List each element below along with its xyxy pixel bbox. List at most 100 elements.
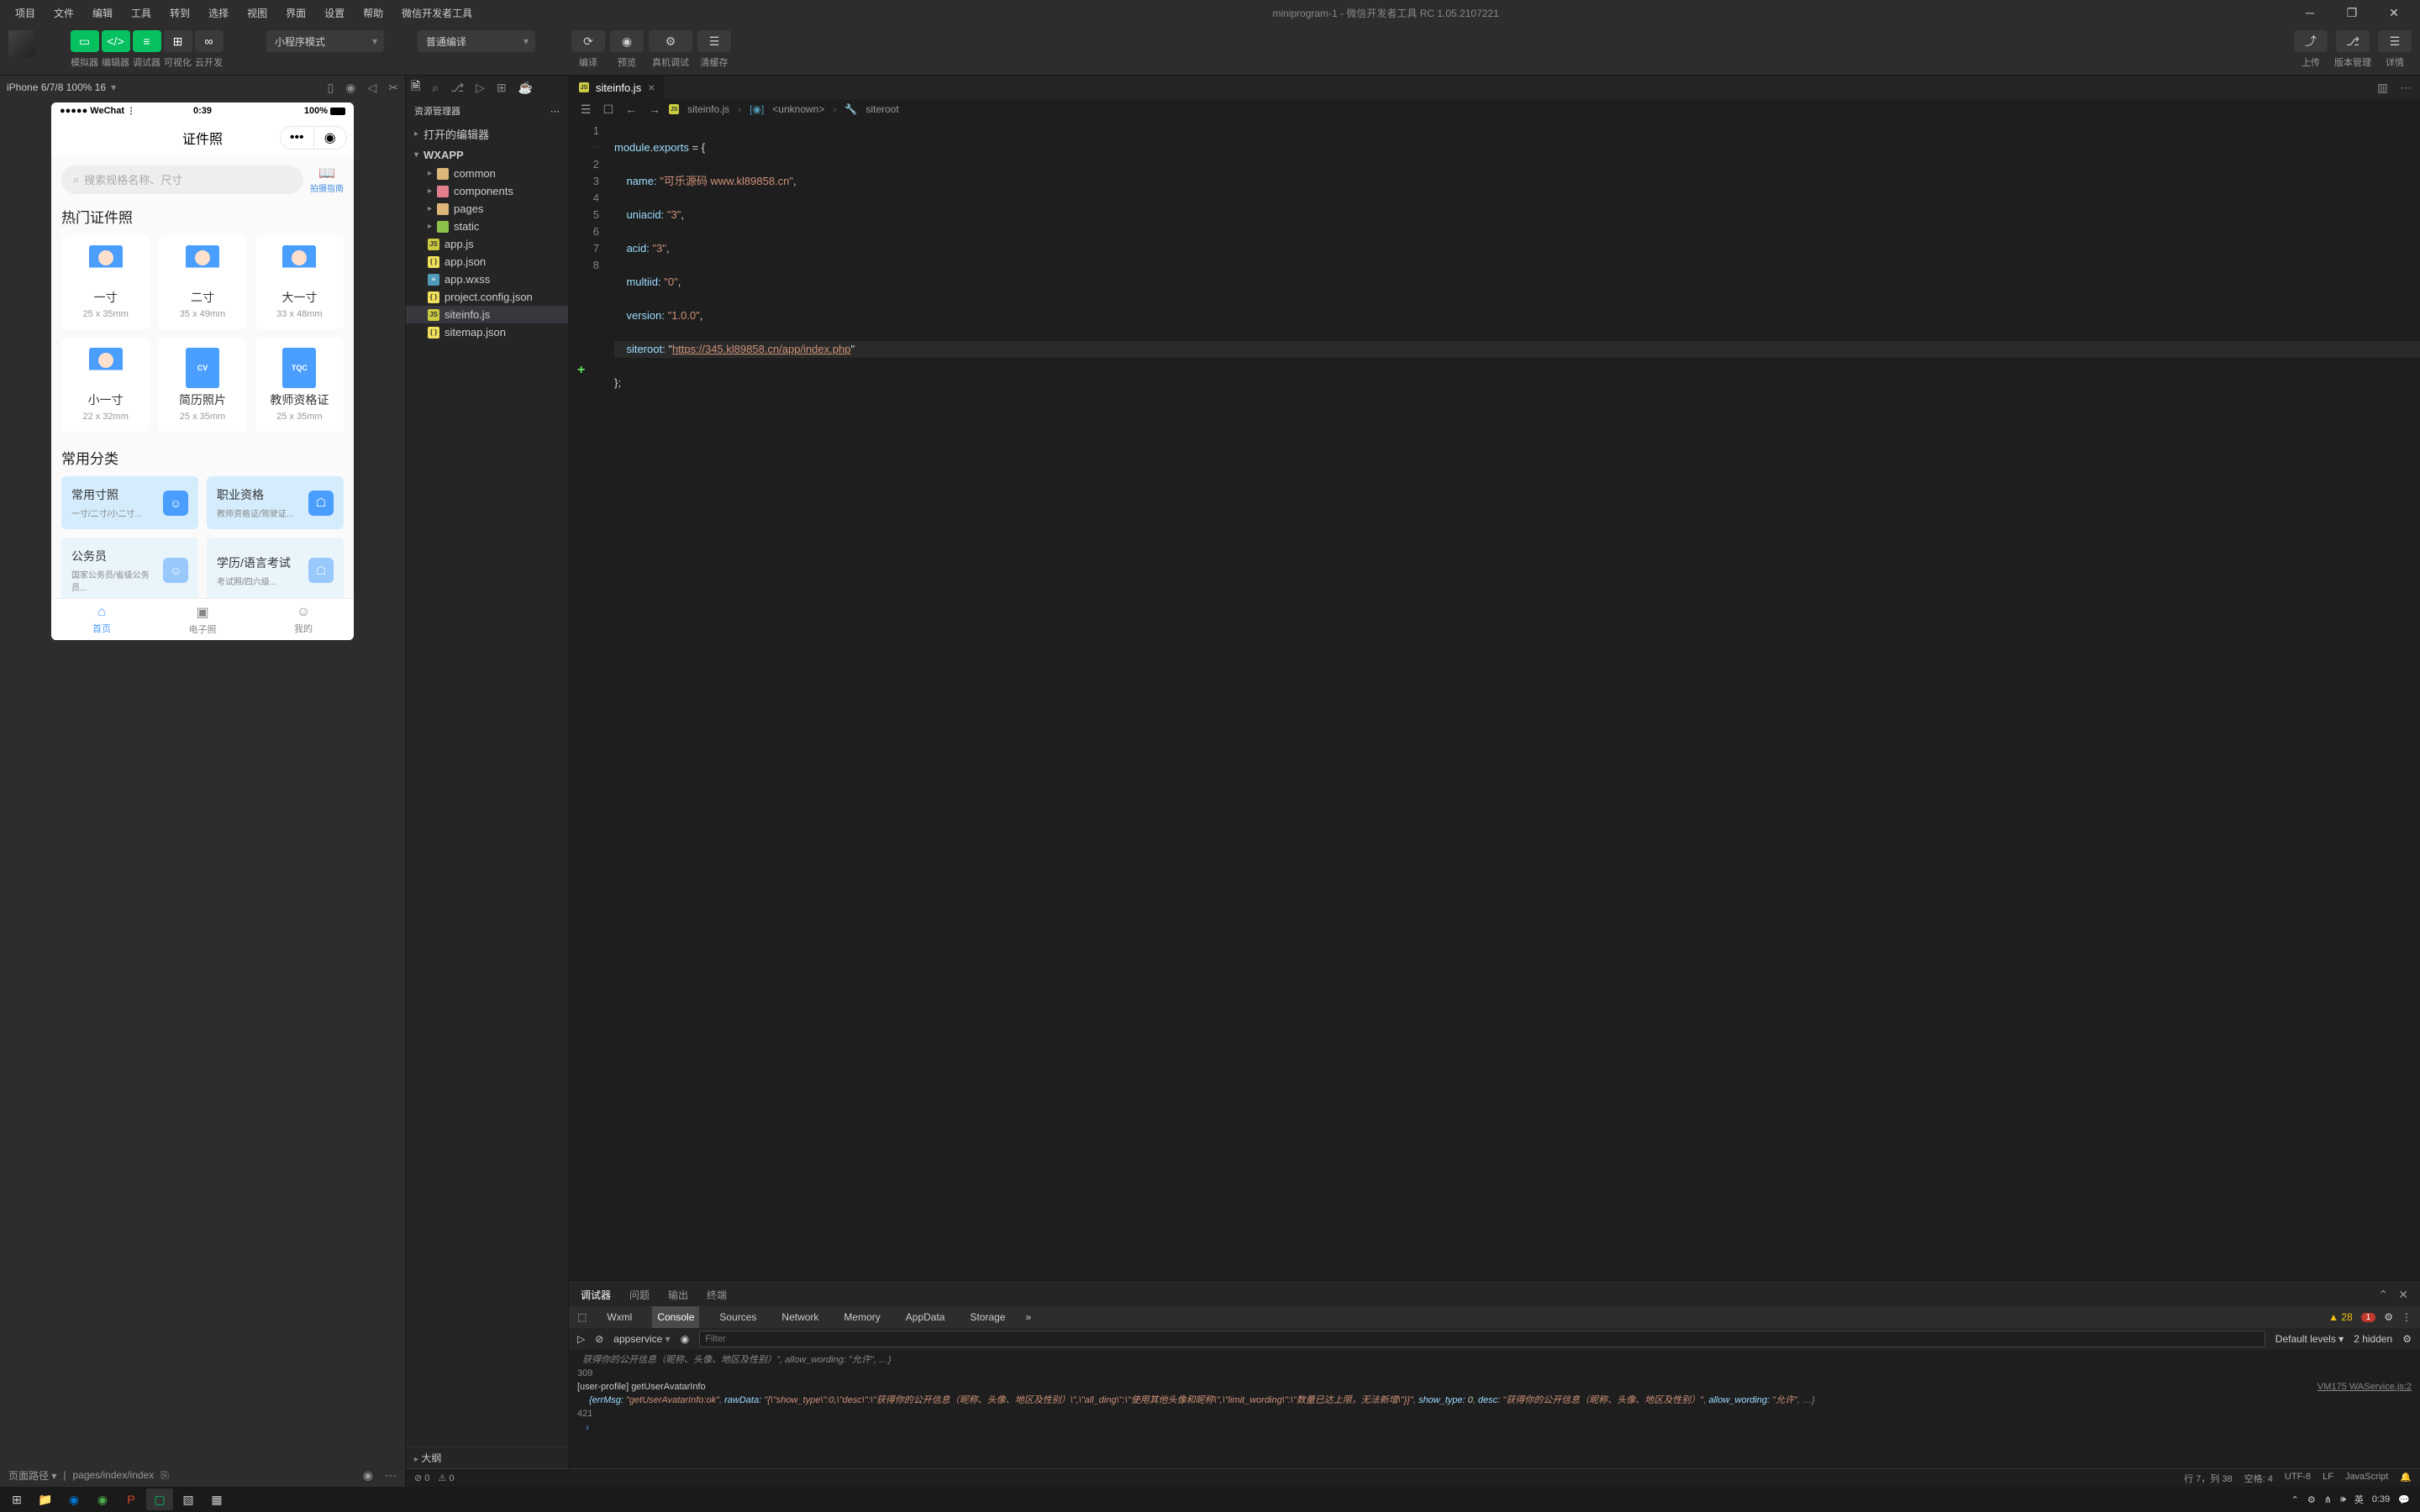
- capsule-menu-icon[interactable]: •••: [281, 127, 314, 149]
- crumb-file[interactable]: siteinfo.js: [687, 103, 729, 115]
- outline-section[interactable]: ▸ 大纲: [406, 1446, 568, 1468]
- device-icon[interactable]: ▯: [328, 81, 334, 95]
- category-exam[interactable]: 学历/语言考试考试照/四六级...☖: [207, 538, 344, 598]
- menu-select[interactable]: 选择: [200, 3, 237, 24]
- dt-wxml[interactable]: Wxml: [602, 1306, 637, 1328]
- tray-volume-icon[interactable]: 🕪: [2340, 1494, 2346, 1505]
- editor-button[interactable]: </>: [102, 30, 130, 52]
- menu-view[interactable]: 视图: [239, 3, 276, 24]
- menu-help[interactable]: 帮助: [355, 3, 392, 24]
- dt-more-icon[interactable]: »: [1026, 1311, 1032, 1323]
- dt-network[interactable]: Network: [776, 1306, 823, 1328]
- tab-problems[interactable]: 问题: [629, 1288, 650, 1302]
- dt-menu-icon[interactable]: ⋮: [2402, 1311, 2412, 1323]
- split-editor-icon[interactable]: ▥: [2377, 81, 2388, 95]
- eye-icon[interactable]: ◉: [363, 1468, 373, 1483]
- file-app-wxss[interactable]: ≡app.wxss: [406, 270, 568, 288]
- visual-button[interactable]: ⊞: [164, 30, 192, 52]
- tab-siteinfo[interactable]: JS siteinfo.js ×: [569, 76, 665, 99]
- bookmark-icon[interactable]: ☐: [603, 102, 614, 117]
- tray-up-icon[interactable]: ⌃: [2291, 1494, 2299, 1505]
- problems-errors[interactable]: ⊘ 0: [414, 1473, 429, 1483]
- folder-components[interactable]: ▸components: [406, 182, 568, 200]
- debugger-button[interactable]: ≡: [133, 30, 161, 52]
- tab-mine[interactable]: ☺我的: [253, 599, 354, 640]
- tray-time[interactable]: 0:39: [2372, 1494, 2390, 1504]
- category-civil[interactable]: 公务员国家公务员/省级公务员...☺: [61, 538, 198, 598]
- capsule-close-icon[interactable]: ◉: [314, 127, 347, 149]
- lang-mode[interactable]: JavaScript: [2345, 1472, 2388, 1485]
- inspect-icon[interactable]: ⬚: [577, 1311, 587, 1323]
- console-hidden[interactable]: 2 hidden: [2354, 1333, 2392, 1345]
- photo-card-teacher[interactable]: TQC教师资格证25 x 35mm: [255, 338, 344, 432]
- compile-button[interactable]: ⟳: [571, 30, 605, 52]
- tab-terminal[interactable]: 终端: [707, 1288, 727, 1302]
- photo-card-2inch[interactable]: 二寸35 x 49mm: [158, 235, 246, 329]
- detail-button[interactable]: ☰: [2378, 30, 2412, 52]
- cursor-pos[interactable]: 行 7，列 38: [2184, 1472, 2232, 1485]
- bell-icon[interactable]: 🔔: [2400, 1472, 2412, 1485]
- nav-back-icon[interactable]: ←: [625, 102, 637, 117]
- git-icon[interactable]: ⎇: [450, 81, 464, 95]
- dt-memory[interactable]: Memory: [839, 1306, 885, 1328]
- dt-appdata[interactable]: AppData: [901, 1306, 950, 1328]
- category-common[interactable]: 常用寸照一寸/二寸/小二寸...☺: [61, 476, 198, 529]
- photo-card-1inch[interactable]: 一寸25 x 35mm: [61, 235, 150, 329]
- panel-close-icon[interactable]: ✕: [2398, 1288, 2408, 1302]
- shoot-guide-button[interactable]: 📖 拍摄指南: [310, 165, 344, 194]
- task-ppt[interactable]: P: [118, 1488, 145, 1510]
- file-project-config[interactable]: { }project.config.json: [406, 288, 568, 306]
- menu-goto[interactable]: 转到: [161, 3, 198, 24]
- console-output[interactable]: 获得你的公开信息（昵称、头像、地区及性别）", allow_wording: "…: [569, 1350, 2420, 1468]
- task-edge[interactable]: ◉: [60, 1488, 87, 1510]
- menu-tools[interactable]: 工具: [123, 3, 160, 24]
- panel-up-icon[interactable]: ⌃: [2379, 1288, 2389, 1302]
- log-source-link[interactable]: VM175 WAService.js:2: [2317, 1380, 2412, 1394]
- add-line-icon[interactable]: +: [577, 363, 585, 378]
- file-app-json[interactable]: { }app.json: [406, 253, 568, 270]
- warning-badge[interactable]: ▲ 28: [2328, 1311, 2353, 1323]
- cloud-dev-button[interactable]: ∞: [195, 30, 224, 52]
- maximize-button[interactable]: ❐: [2333, 0, 2371, 25]
- more-icon[interactable]: ⋯: [385, 1468, 397, 1483]
- task-app2[interactable]: ▦: [203, 1488, 230, 1510]
- copy-icon[interactable]: ⎘: [160, 1469, 169, 1482]
- crumb-siteroot[interactable]: siteroot: [865, 103, 898, 115]
- remote-debug-button[interactable]: ⚙: [649, 30, 692, 52]
- tab-debugger[interactable]: 调试器: [581, 1288, 611, 1302]
- ext-icon[interactable]: ⊞: [497, 81, 507, 95]
- photo-card-resume[interactable]: CV简历照片25 x 35mm: [158, 338, 246, 432]
- cut-icon[interactable]: ✂: [388, 81, 398, 95]
- dt-console[interactable]: Console: [652, 1306, 699, 1328]
- task-devtools[interactable]: ▢: [146, 1488, 173, 1510]
- search-panel-icon[interactable]: ⌕: [432, 81, 439, 95]
- error-badge[interactable]: 1: [2361, 1313, 2376, 1322]
- photo-card-small1inch[interactable]: 小一寸22 x 32mm: [61, 338, 150, 432]
- mode-select[interactable]: 小程序模式: [266, 30, 384, 52]
- console-eye-icon[interactable]: ◉: [681, 1333, 689, 1345]
- menu-edit[interactable]: 编辑: [84, 3, 121, 24]
- list-icon[interactable]: ☰: [581, 102, 592, 117]
- category-profession[interactable]: 职业资格教师资格证/驾驶证...☖: [207, 476, 344, 529]
- menu-file[interactable]: 文件: [45, 3, 82, 24]
- tab-home[interactable]: ⌂首页: [51, 599, 152, 640]
- record-icon[interactable]: ◉: [345, 81, 355, 95]
- eol[interactable]: LF: [2323, 1472, 2333, 1485]
- tray-notif-icon[interactable]: 💬: [2398, 1494, 2410, 1505]
- menu-interface[interactable]: 界面: [277, 3, 314, 24]
- file-siteinfo-js[interactable]: JSsiteinfo.js: [406, 306, 568, 323]
- task-explorer[interactable]: 📁: [32, 1488, 59, 1510]
- console-play-icon[interactable]: ▷: [577, 1333, 585, 1345]
- tab-output[interactable]: 输出: [668, 1288, 688, 1302]
- console-prompt[interactable]: ›: [577, 1420, 2412, 1434]
- search-input[interactable]: ⌕ 搜索规格名称、尺寸: [61, 165, 303, 194]
- tray-icon1[interactable]: ⚙: [2307, 1494, 2316, 1505]
- console-levels[interactable]: Default levels ▾: [2275, 1333, 2344, 1345]
- menu-project[interactable]: 项目: [7, 3, 44, 24]
- nav-fwd-icon[interactable]: →: [649, 102, 660, 117]
- folder-pages[interactable]: ▸pages: [406, 200, 568, 218]
- problems-warnings[interactable]: ⚠ 0: [438, 1473, 454, 1483]
- indent-info[interactable]: 空格: 4: [2244, 1472, 2273, 1485]
- close-tab-icon[interactable]: ×: [648, 81, 655, 94]
- file-app-js[interactable]: JSapp.js: [406, 235, 568, 253]
